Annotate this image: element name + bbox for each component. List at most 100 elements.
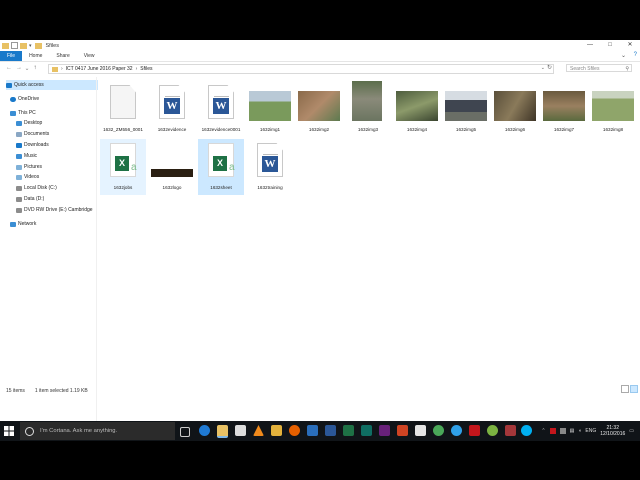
nav-music[interactable]: Music [16, 151, 37, 161]
nav-dvd-drive-e[interactable]: DVD RW Drive (E:) Cambridge [16, 205, 93, 215]
store-icon[interactable] [235, 425, 246, 436]
file-item[interactable]: 1632img1 [247, 81, 293, 137]
image-thumbnail [298, 91, 340, 121]
tab-share[interactable]: Share [49, 51, 76, 61]
tab-home[interactable]: Home [22, 51, 49, 61]
visual-studio-icon[interactable] [379, 425, 390, 436]
large-icons-view-icon[interactable] [630, 385, 638, 393]
expand-ribbon-icon[interactable]: ⌄ [621, 52, 626, 59]
app-icon[interactable] [487, 425, 498, 436]
tab-file[interactable]: File [0, 51, 23, 61]
navigation-pane: Quick access OneDrive This PC Desktop Do… [0, 77, 98, 421]
address-bar[interactable]: › ICT 0417 June 2016 Paper 32 › Sfiles ⌄… [48, 64, 554, 74]
file-item[interactable]: W 1632training [247, 139, 293, 195]
app-icon[interactable] [415, 425, 426, 436]
breadcrumb-parent[interactable]: ICT 0417 June 2016 Paper 32 [66, 66, 133, 72]
file-item[interactable]: 1632_ZM556_0001 [100, 81, 146, 137]
nav-downloads[interactable]: Downloads [16, 140, 49, 150]
nav-this-pc[interactable]: This PC [10, 108, 36, 118]
back-button[interactable]: ← [4, 65, 14, 71]
properties-icon[interactable] [11, 42, 18, 49]
nav-desktop[interactable]: Desktop [16, 118, 42, 128]
window-title: Sfiles [45, 42, 59, 49]
file-item[interactable]: 1632img8 [590, 81, 636, 137]
file-item[interactable]: W 1632evidence [149, 81, 195, 137]
star-icon [6, 82, 12, 88]
nav-documents[interactable]: Documents [16, 129, 49, 139]
maximize-button[interactable]: □ [600, 40, 620, 51]
internet-explorer-icon[interactable] [451, 425, 462, 436]
up-button[interactable]: ↑ [30, 65, 40, 71]
documents-icon [16, 131, 22, 137]
close-button[interactable]: ✕ [620, 40, 640, 51]
nav-videos[interactable]: Videos [16, 172, 39, 182]
desktop-icon [16, 120, 22, 126]
file-item[interactable]: X a 1632jobs [100, 139, 146, 195]
minimize-button[interactable]: — [580, 40, 600, 51]
quick-access-toolbar: ▾ [2, 42, 32, 49]
file-explorer-window: ▾ Sfiles — □ ✕ File Home Share View ⌄ ? … [0, 40, 640, 421]
tray-app-icon[interactable] [559, 428, 566, 434]
word-document-icon: W [208, 85, 234, 119]
file-item[interactable]: 1632logo [149, 139, 195, 195]
nav-network[interactable]: Network [10, 219, 36, 229]
nav-onedrive[interactable]: OneDrive [10, 94, 39, 104]
action-center-icon[interactable]: ▭ [629, 428, 634, 434]
volume-icon[interactable]: ◖ [578, 428, 581, 434]
skype-icon[interactable] [521, 425, 532, 436]
nav-local-disk-c[interactable]: Local Disk (C:) [16, 183, 57, 193]
network-icon[interactable]: ▤ [570, 428, 575, 434]
word-document-icon: W [159, 85, 185, 119]
file-item[interactable]: 1632img6 [492, 81, 538, 137]
breadcrumb-current[interactable]: Sfiles [140, 66, 152, 72]
cortana-search-box[interactable]: I'm Cortana. Ask me anything. [20, 422, 175, 440]
file-item[interactable]: 1632img3 [345, 81, 391, 137]
file-item[interactable]: W 1632evidence0001 [198, 81, 244, 137]
folder-icon [52, 66, 58, 72]
file-item[interactable]: 1632img4 [394, 81, 440, 137]
nav-quick-access[interactable]: Quick access [6, 80, 98, 90]
pane-divider[interactable] [96, 77, 97, 421]
file-item-selected[interactable]: X a 1632sheet [198, 139, 244, 195]
powerpoint-icon[interactable] [397, 425, 408, 436]
language-indicator[interactable]: ENG [585, 428, 596, 434]
computer-icon [10, 110, 16, 116]
outlook-icon[interactable] [307, 425, 318, 436]
search-icon: ⚲ [625, 66, 629, 72]
details-view-icon[interactable] [621, 385, 629, 393]
nav-data-d[interactable]: Data (D:) [16, 194, 44, 204]
excel-icon[interactable] [343, 425, 354, 436]
app-icon[interactable] [271, 425, 282, 436]
image-thumbnail [445, 91, 487, 121]
path-separator: › [61, 66, 63, 72]
show-hidden-icons-icon[interactable]: ⌃ [541, 428, 545, 434]
windows-start-icon[interactable] [4, 426, 14, 436]
edge-icon[interactable] [199, 425, 210, 436]
firefox-icon[interactable] [289, 425, 300, 436]
task-view-icon[interactable] [180, 427, 190, 437]
customize-toolbar-icon[interactable]: ▾ [29, 43, 32, 49]
clock[interactable]: 21:32 12/10/2016 [600, 425, 625, 437]
access-icon[interactable] [505, 425, 516, 436]
nav-pictures[interactable]: Pictures [16, 162, 42, 172]
refresh-icon[interactable]: ↻ [547, 64, 552, 71]
file-item[interactable]: 1632img2 [296, 81, 342, 137]
file-item[interactable]: 1632img5 [443, 81, 489, 137]
new-folder-icon[interactable] [20, 42, 27, 49]
search-input[interactable]: Search Sfiles ⚲ [566, 64, 632, 72]
file-explorer-icon[interactable] [217, 425, 228, 438]
help-icon[interactable]: ? [634, 52, 637, 58]
acrobat-icon[interactable] [469, 425, 480, 436]
file-item[interactable]: 1632img7 [541, 81, 587, 137]
drive-icon [16, 196, 22, 202]
chrome-icon[interactable] [433, 425, 444, 436]
system-tray: ⌃ ▤ ◖ ENG 21:32 12/10/2016 ▭ [541, 421, 640, 441]
address-row: ← → ⌄ ↑ › ICT 0417 June 2016 Paper 32 › … [0, 62, 640, 74]
tab-view[interactable]: View [77, 51, 102, 61]
tray-app-icon[interactable] [549, 428, 556, 434]
publisher-icon[interactable] [361, 425, 372, 436]
chevron-down-icon[interactable]: ⌄ [541, 65, 545, 71]
word-icon[interactable] [325, 425, 336, 436]
vlc-icon[interactable] [253, 425, 264, 436]
forward-button[interactable]: → [14, 65, 24, 71]
